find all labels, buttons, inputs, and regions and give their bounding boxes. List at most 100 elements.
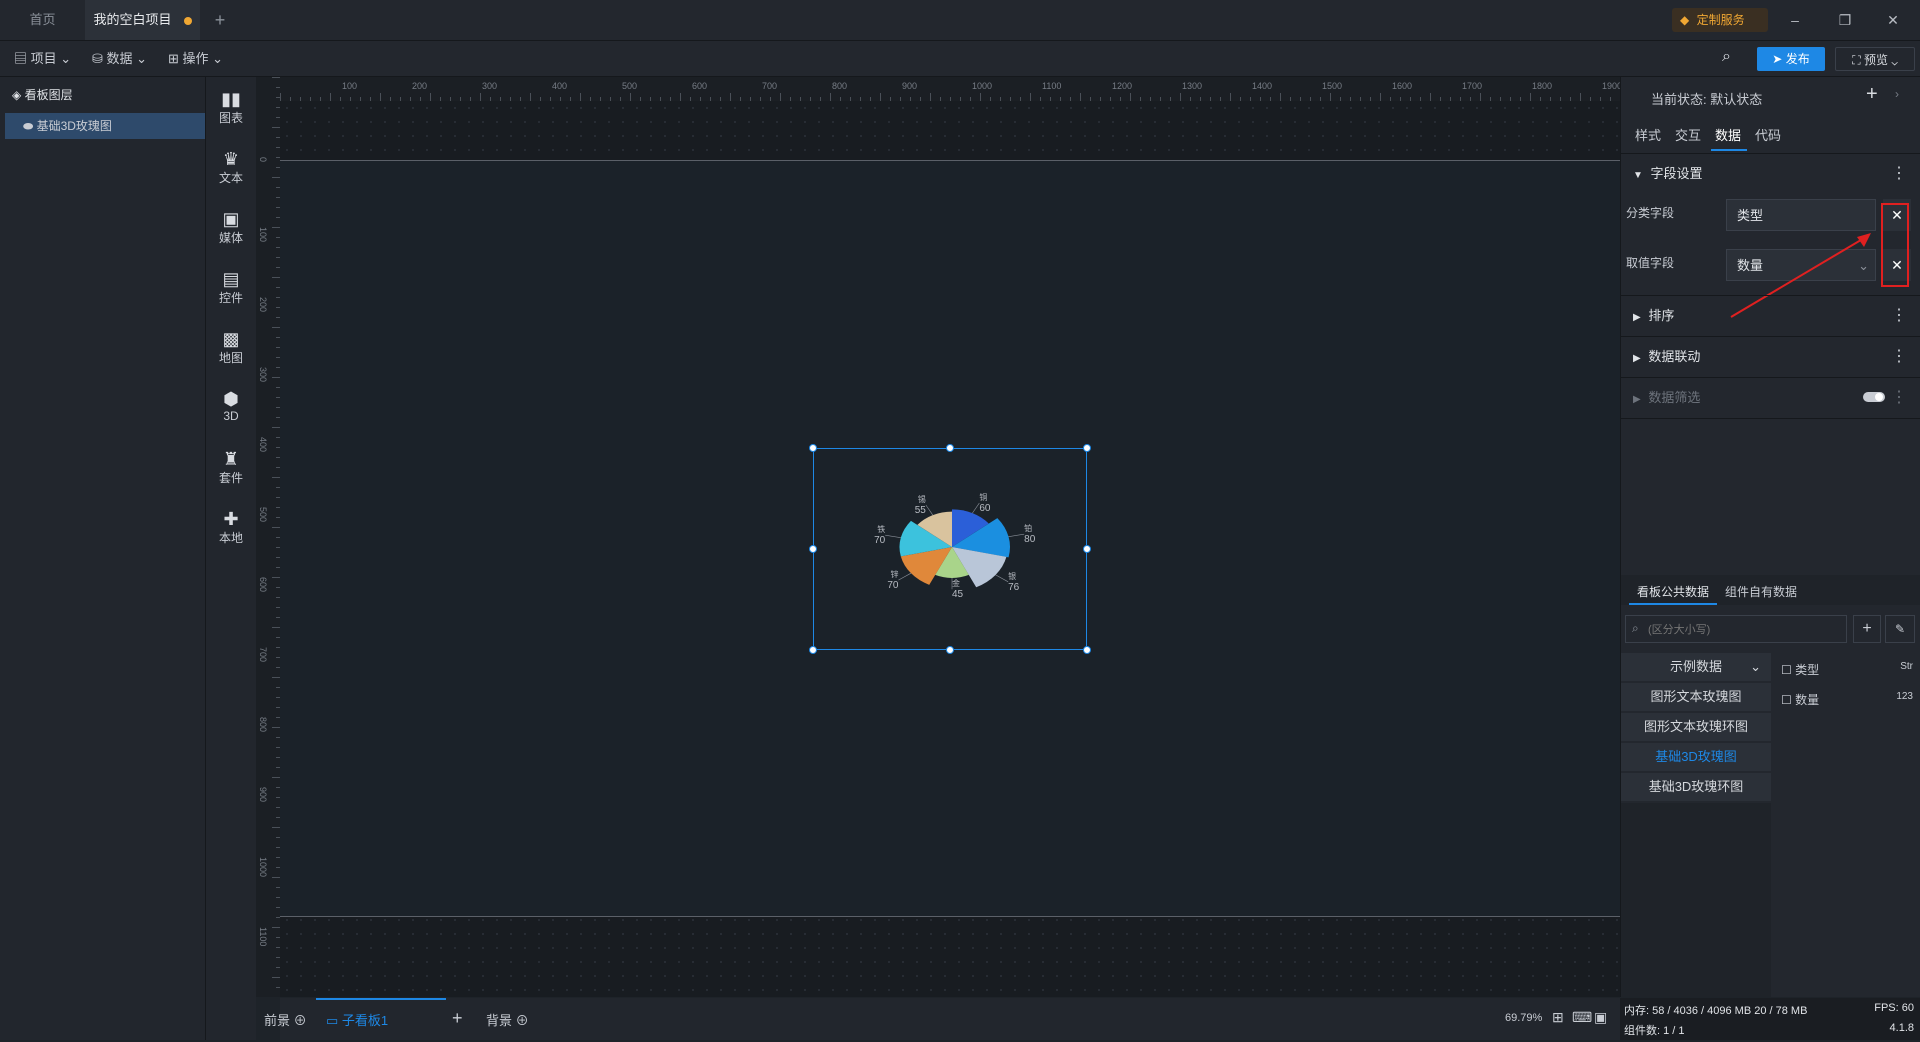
add-board-icon[interactable]: + (452, 1008, 463, 1029)
resize-handle[interactable] (809, 545, 817, 553)
component-map[interactable]: ▩ 地图 (206, 329, 256, 366)
ruler-tick-label: 1600 (1392, 81, 1413, 91)
zoom-level[interactable]: 69.79% (1505, 1012, 1542, 1024)
map-icon: ▩ (222, 329, 240, 349)
slice-value: 76 (1008, 582, 1020, 593)
dataset-item[interactable]: 基础3D玫瑰环图 (1621, 773, 1771, 801)
panel-tabs: 样式 交互 数据 代码 (1635, 125, 1915, 153)
tab-interaction[interactable]: 交互 (1675, 125, 1701, 144)
tab-home[interactable]: 首页 (0, 0, 85, 40)
tab-data[interactable]: 数据 (1715, 125, 1741, 144)
menu-project[interactable]: ▤ 项目 ⌄ (14, 41, 71, 76)
monitor-icon: ▭ (326, 1013, 339, 1028)
more-icon[interactable]: ⋮ (1891, 378, 1907, 418)
unsaved-dot-icon (183, 16, 192, 25)
resize-handle[interactable] (946, 646, 954, 654)
dataset-search[interactable]: ⌕ (1625, 615, 1847, 643)
minimize-icon[interactable]: – (1775, 0, 1815, 40)
resize-handle[interactable] (946, 444, 954, 452)
resize-handle[interactable] (1083, 444, 1091, 452)
add-tab-button[interactable]: + (205, 0, 235, 40)
caret-right-icon: ▶ (1633, 394, 1641, 405)
filter-section[interactable]: ▶ 数据筛选 ⋮ (1621, 377, 1920, 419)
database-icon: ⛁ (92, 51, 103, 66)
sort-section[interactable]: ▶ 排序 ⋮ (1621, 295, 1920, 336)
value-field-label: 取值字段 (1626, 256, 1675, 270)
menu-data[interactable]: ⛁ 数据 ⌄ (92, 41, 147, 76)
more-icon[interactable]: ⋮ (1891, 337, 1907, 377)
dataset-item[interactable]: 图形文本玫瑰图 (1621, 683, 1771, 711)
ruler-tick-label: 400 (552, 81, 568, 91)
category-field-label: 分类字段 (1626, 206, 1675, 220)
ruler-tick-label: 100 (258, 227, 268, 243)
restore-icon[interactable]: ❐ (1825, 0, 1865, 40)
add-state-icon[interactable]: + (1866, 83, 1878, 106)
checkbox-icon[interactable]: ☐ (1781, 693, 1792, 707)
front-layer-button[interactable]: 前景 ⊕ (264, 1010, 307, 1029)
ruler-tick-label: 1400 (1252, 81, 1273, 91)
menu-operation[interactable]: ⊞ 操作 ⌄ (168, 41, 223, 76)
component-chart[interactable]: ▮▮ 图表 (206, 89, 256, 126)
version: 4.1.8 (1889, 1022, 1914, 1034)
custom-service-button[interactable]: ◆ 定制服务 (1672, 8, 1768, 32)
chevron-right-icon[interactable]: › (1895, 87, 1899, 101)
tab-own-data[interactable]: 组件自有数据 (1725, 583, 1797, 600)
plus-circle-icon[interactable]: ⊕ (516, 1013, 529, 1028)
label-leader-line (925, 504, 934, 516)
linkage-section[interactable]: ▶ 数据联动 ⋮ (1621, 336, 1920, 377)
resize-handle[interactable] (809, 646, 817, 654)
ruler-tick-label: 0 (258, 157, 268, 163)
tab-public-data[interactable]: 看板公共数据 (1637, 583, 1709, 600)
subboard-tab[interactable]: ▭ 子看板1 (316, 998, 446, 1040)
component-control[interactable]: ▤ 控件 (206, 269, 256, 306)
chart-selection[interactable]: 铜 60 铂 80 银 76 金 45 锌 70 铁 70 锡 55 (813, 448, 1087, 650)
dataset-group-header[interactable]: 示例数据 ⌄ (1621, 653, 1771, 681)
tab-style[interactable]: 样式 (1635, 125, 1661, 144)
edit-dataset-icon[interactable]: ✎ (1885, 615, 1915, 643)
checkbox-icon[interactable]: ☐ (1781, 663, 1792, 677)
close-window-icon[interactable]: ✕ (1873, 0, 1913, 40)
component-media[interactable]: ▣ 媒体 (206, 209, 256, 246)
text-icon: ♛ (222, 149, 240, 169)
keyboard-icon[interactable]: ⌨ (1572, 1009, 1592, 1026)
component-label: 图表 (218, 111, 243, 125)
field-settings-section[interactable]: ▼ 字段设置 ⋮ (1621, 153, 1920, 194)
publish-button[interactable]: ➤ 发布 (1757, 47, 1825, 71)
dataset-item-selected[interactable]: 基础3D玫瑰图 (1621, 743, 1771, 771)
data-tab-underline (1629, 603, 1717, 605)
component-local[interactable]: ✚ 本地 (206, 509, 256, 546)
resize-handle[interactable] (1083, 646, 1091, 654)
search-icon[interactable]: ⌕ (1722, 48, 1731, 66)
resize-handle[interactable] (1083, 545, 1091, 553)
terminal-icon[interactable]: ▣ (1594, 1009, 1607, 1026)
field-row[interactable]: ☐ 类型 Str (1781, 661, 1917, 678)
field-row[interactable]: ☐ 数量 123 (1781, 691, 1917, 708)
filter-toggle[interactable] (1863, 392, 1885, 402)
dataset-item[interactable]: 图形文本玫瑰环图 (1621, 713, 1771, 741)
preview-button[interactable]: ⛶ 预览 ⌄ (1835, 47, 1915, 71)
send-icon: ➤ (1772, 52, 1783, 66)
component-count: 组件数: 1 / 1 (1624, 1025, 1685, 1037)
state-value: 默认状态 (1710, 92, 1763, 107)
more-icon[interactable]: ⋮ (1891, 154, 1907, 194)
fit-screen-icon[interactable]: ⊞ (1552, 1009, 1564, 1026)
section-title: 数据筛选 (1648, 390, 1701, 405)
chart-icon: ▮▮ (221, 89, 241, 109)
background-label: 背景 (486, 1013, 513, 1028)
component-3d[interactable]: ⬢ 3D (206, 389, 256, 423)
tab-project[interactable]: 我的空白项目 (85, 0, 200, 40)
ruler-tick-label: 900 (902, 81, 918, 91)
add-dataset-icon[interactable]: + (1853, 615, 1881, 643)
component-text[interactable]: ♛ 文本 (206, 149, 256, 186)
layer-item[interactable]: ⬬ 基础3D玫瑰图 (5, 113, 205, 139)
caret-right-icon: ▶ (1633, 312, 1641, 323)
resize-handle[interactable] (809, 444, 817, 452)
more-icon[interactable]: ⋮ (1891, 296, 1907, 336)
background-layer-button[interactable]: 背景 ⊕ (486, 1010, 529, 1029)
label-leader-line (1008, 533, 1025, 537)
dataset-search-input[interactable] (1646, 619, 1840, 641)
plus-circle-icon[interactable]: ⊕ (294, 1013, 307, 1028)
tab-label: 首页 (29, 12, 56, 27)
component-kit[interactable]: ♜ 套件 (206, 449, 256, 486)
tab-code[interactable]: 代码 (1755, 125, 1781, 144)
